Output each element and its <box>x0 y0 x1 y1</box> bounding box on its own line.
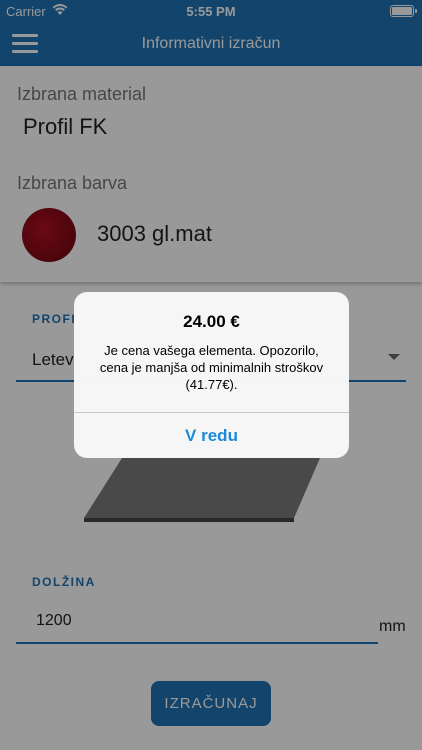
alert-message: Je cena vašega elementa. Opozorilo, cena… <box>99 343 324 392</box>
alert-title: 24.00 € <box>183 312 240 331</box>
price-alert-dialog: 24.00 € Je cena vašega elementa. Opozori… <box>74 292 349 458</box>
alert-ok-button[interactable]: V redu <box>74 413 349 458</box>
